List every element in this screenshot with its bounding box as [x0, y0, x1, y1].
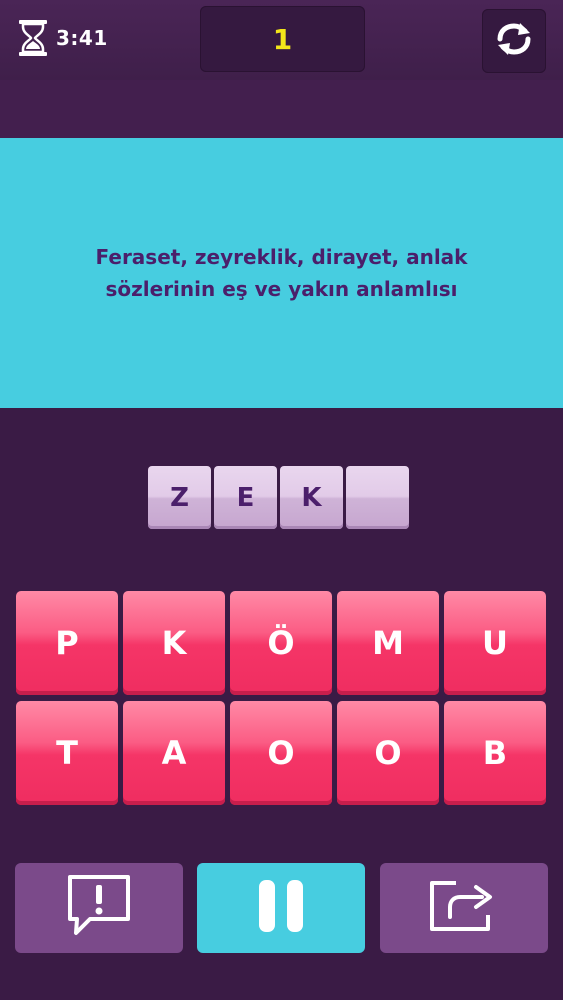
letter-tile[interactable]: P [16, 591, 118, 695]
question-line-2: sözlerinin eş ve yakın anlamlısı [105, 277, 458, 301]
question-text: Feraset, zeyreklik, dirayet, anlak sözle… [72, 241, 492, 305]
header-band [0, 80, 563, 138]
question-line-1: Feraset, zeyreklik, dirayet, anlak [95, 245, 468, 269]
score-value: 1 [272, 22, 293, 56]
answer-row: Z E K [148, 466, 409, 529]
letter-tile[interactable]: B [444, 701, 546, 805]
timer: 3:41 [16, 14, 108, 62]
answer-slot[interactable] [346, 466, 409, 529]
hint-button[interactable] [15, 863, 183, 953]
top-bar: 3:41 1 [0, 0, 563, 80]
pause-button[interactable] [197, 863, 365, 953]
question-panel: Feraset, zeyreklik, dirayet, anlak sözle… [0, 138, 563, 408]
answer-slot[interactable]: K [280, 466, 343, 529]
letter-tile[interactable]: O [337, 701, 439, 805]
letter-grid: P K Ö M U T A O O B [16, 591, 548, 805]
letter-tile[interactable]: U [444, 591, 546, 695]
refresh-button[interactable] [482, 9, 546, 73]
timer-text: 3:41 [56, 26, 108, 50]
letter-tile[interactable]: O [230, 701, 332, 805]
letter-tile[interactable]: T [16, 701, 118, 805]
answer-slot[interactable]: Z [148, 466, 211, 529]
skip-button[interactable] [380, 863, 548, 953]
letter-tile[interactable]: K [123, 591, 225, 695]
letter-tile[interactable]: Ö [230, 591, 332, 695]
refresh-icon [492, 19, 536, 63]
score-box: 1 [200, 6, 365, 72]
hourglass-icon [16, 18, 50, 58]
share-arrow-icon [424, 875, 504, 941]
answer-slot[interactable]: E [214, 466, 277, 529]
letter-tile[interactable]: M [337, 591, 439, 695]
letter-tile[interactable]: A [123, 701, 225, 805]
exclamation-speech-icon [64, 873, 134, 943]
pause-icon [255, 878, 307, 938]
